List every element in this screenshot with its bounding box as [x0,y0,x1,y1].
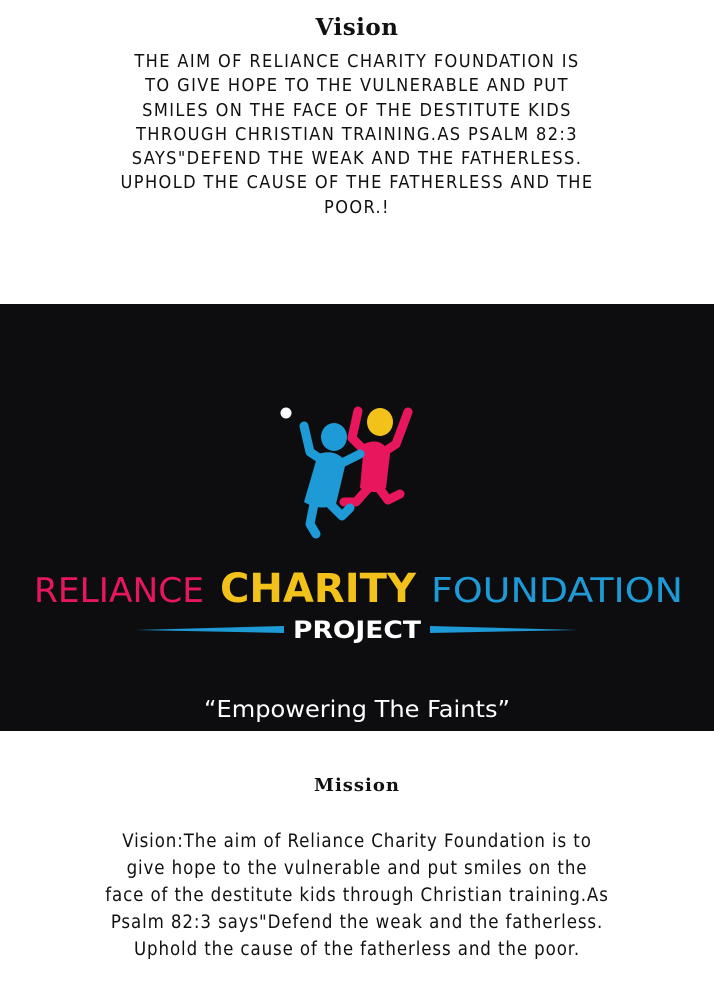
project-bar-right [430,626,578,633]
logo-word-charity: CHARITY [220,566,417,612]
ball-icon [280,407,292,419]
vision-paragraph: THE AIM OF RELIANCE CHARITY FOUNDATION I… [120,51,594,218]
vision-heading: Vision [315,14,399,41]
logo-subtitle-project: PROJECT [293,616,422,644]
pink-child-head [367,408,393,436]
blue-child-body [304,452,346,508]
two-children-jumping-icon [280,406,413,539]
project-bar-left [136,626,284,633]
logo-word-foundation: FOUNDATION [431,571,683,611]
banner-tagline: “Empowering The Faints” [204,697,510,723]
mission-heading: Mission [314,775,400,796]
mission-paragraph: Vision:The aim of Reliance Charity Found… [105,831,609,960]
pink-child-body [360,441,390,492]
logo-word-reliance: RELIANCE [34,571,204,611]
blue-child-head [321,423,347,451]
foundation-logo-banner: RELIANCE CHARITY FOUNDATION PROJECT “Emp… [0,304,714,731]
